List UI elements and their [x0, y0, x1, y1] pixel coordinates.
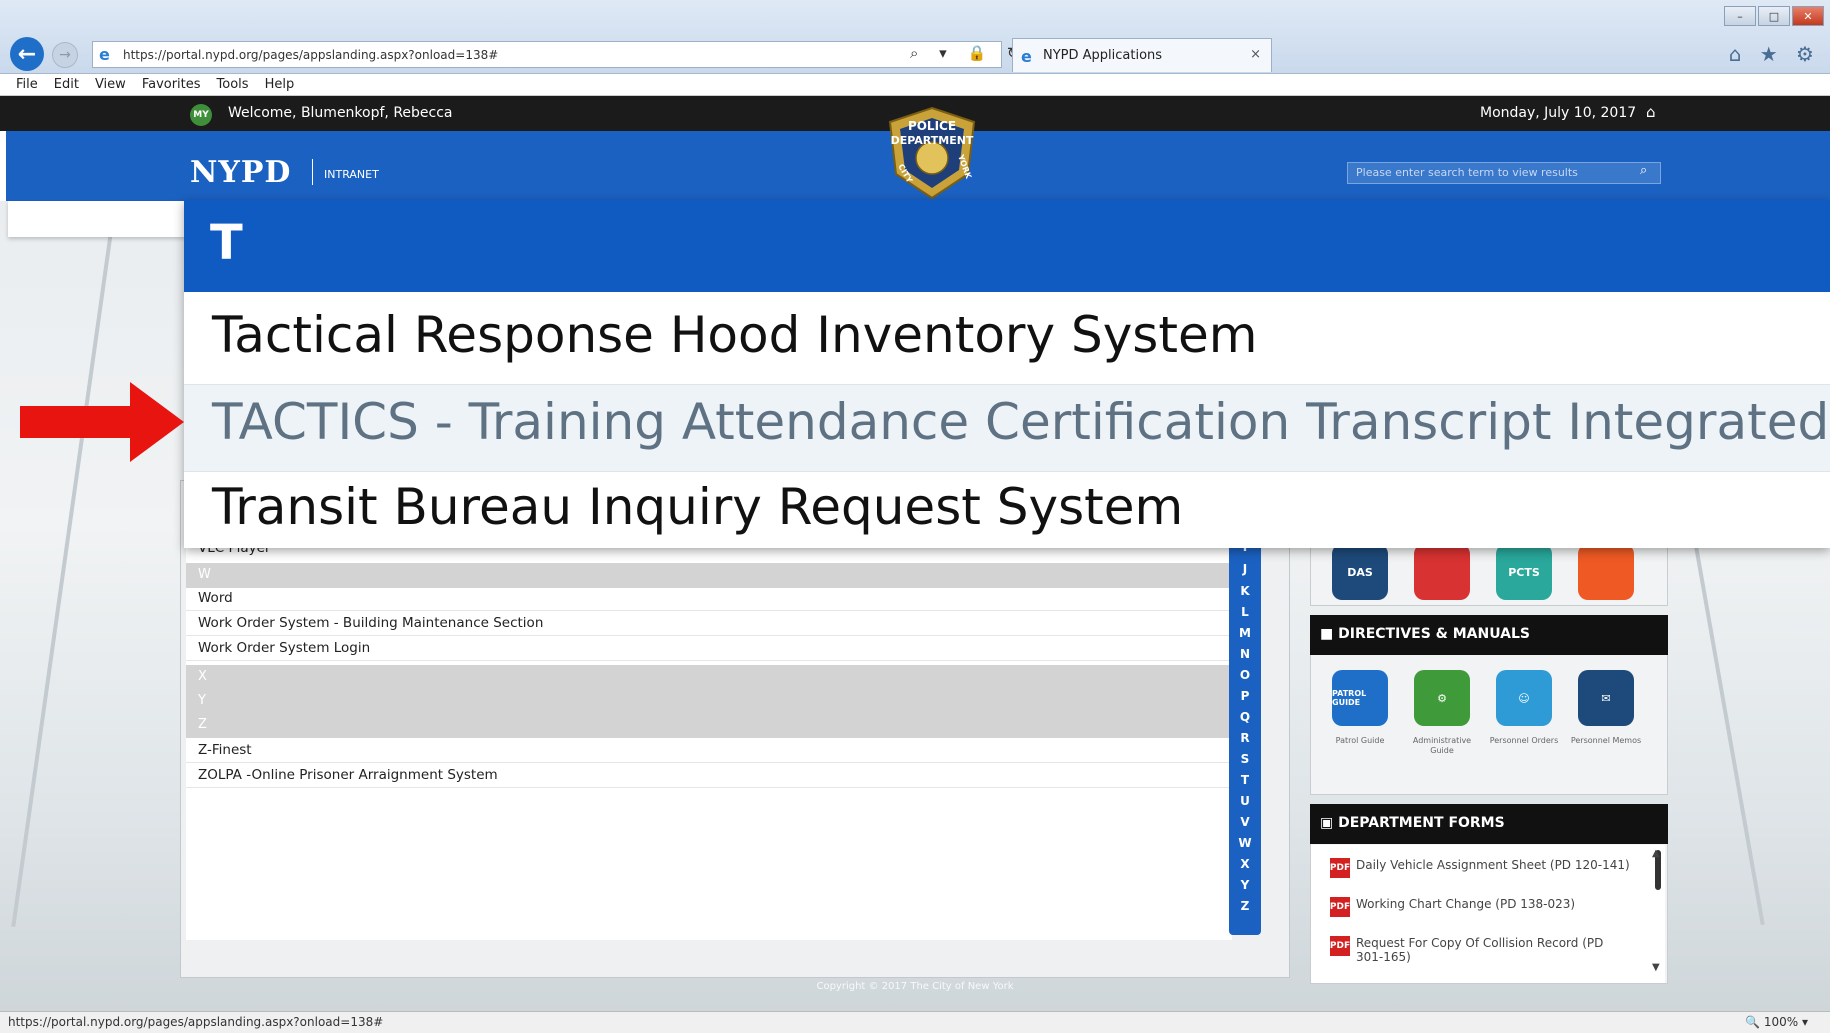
menu-favorites[interactable]: Favorites — [142, 77, 201, 92]
address-bar[interactable]: e https://portal.nypd.org/pages/appsland… — [92, 41, 1002, 68]
welcome-text: Welcome, Blumenkopf, Rebecca — [228, 105, 453, 121]
tab-close-icon[interactable]: × — [1250, 47, 1261, 62]
personnel-memos-caption: Personnel Memos — [1570, 736, 1642, 745]
alpha-index-j[interactable]: J — [1229, 562, 1261, 576]
das-app-icon[interactable]: DAS — [1332, 544, 1388, 600]
status-bar: https://portal.nypd.org/pages/appslandin… — [0, 1011, 1830, 1033]
list-item[interactable]: ZOLPA -Online Prisoner Arraignment Syste… — [186, 763, 1232, 788]
alpha-index-n[interactable]: N — [1229, 647, 1261, 661]
alpha-index-v[interactable]: V — [1229, 815, 1261, 829]
alpha-index-k[interactable]: K — [1229, 584, 1261, 598]
badge-police-text: POLICE — [908, 119, 956, 133]
alpha-index-m[interactable]: M — [1229, 626, 1261, 640]
search-icon[interactable]: ⌕ — [1640, 163, 1647, 178]
alpha-index-q[interactable]: Q — [1229, 710, 1261, 724]
alpha-index-l[interactable]: L — [1229, 605, 1261, 619]
zoomed-letter-header: T — [184, 200, 1830, 292]
alpha-index-y[interactable]: Y — [1229, 878, 1261, 892]
personnel-orders-icon[interactable]: ☺ — [1496, 670, 1552, 726]
window-controls: – □ ✕ — [1724, 6, 1824, 26]
logo-divider — [312, 159, 313, 185]
ie-tab-icon: e — [1021, 47, 1032, 66]
zoom-control[interactable]: 🔍 100% ▾ — [1745, 1015, 1808, 1029]
forms-title: DEPARTMENT FORMS — [1338, 815, 1505, 831]
alpha-index-o[interactable]: O — [1229, 668, 1261, 682]
form-link[interactable]: PDF Working Chart Change (PD 138-023) — [1330, 897, 1575, 917]
scroll-up-icon[interactable]: ▲ — [1652, 848, 1660, 859]
menu-tools[interactable]: Tools — [217, 77, 249, 92]
tab-title: NYPD Applications — [1043, 48, 1163, 63]
home-favorites-settings-icons[interactable]: ⌂ ★ ⚙ — [1729, 42, 1820, 66]
list-item[interactable]: Z-Finest — [186, 738, 1232, 763]
patrol-guide-caption: Patrol Guide — [1335, 736, 1385, 745]
directives-header: ■ DIRECTIVES & MANUALS — [1310, 615, 1668, 655]
scroll-down-icon[interactable]: ▼ — [1652, 962, 1660, 973]
menu-edit[interactable]: Edit — [54, 77, 79, 92]
ie-icon: e — [99, 45, 110, 64]
menu-help[interactable]: Help — [265, 77, 295, 92]
directives-title: DIRECTIVES & MANUALS — [1338, 626, 1531, 642]
forward-button[interactable]: → — [52, 42, 78, 68]
alpha-index-w[interactable]: W — [1229, 836, 1261, 850]
alpha-index-t[interactable]: T — [1229, 773, 1261, 787]
browser-tab[interactable]: e NYPD Applications × — [1012, 38, 1272, 72]
alpha-index-r[interactable]: R — [1229, 731, 1261, 745]
date-text: Monday, July 10, 2017 — [1480, 105, 1637, 121]
pcts-app-icon[interactable]: PCTS — [1496, 544, 1552, 600]
red-arrow-icon — [20, 382, 184, 462]
zoomed-list-item-highlighted[interactable]: TACTICS - Training Attendance Certificat… — [184, 384, 1830, 472]
forward-arrow-icon: → — [59, 47, 71, 63]
letter-header-z: Z — [186, 713, 1232, 738]
form-label: Daily Vehicle Assignment Sheet (PD 120-1… — [1356, 858, 1630, 872]
browser-toolbar: ← → e https://portal.nypd.org/pages/apps… — [0, 0, 1830, 74]
back-button[interactable]: ← — [10, 37, 44, 71]
pdf-icon: PDF — [1330, 858, 1350, 878]
menu-view[interactable]: View — [95, 77, 126, 92]
intranet-label: INTRANET — [324, 168, 379, 181]
patrol-guide-icon[interactable]: PATROL GUIDE — [1332, 670, 1388, 726]
alpha-index-p[interactable]: P — [1229, 689, 1261, 703]
menu-bar: File Edit View Favorites Tools Help — [0, 74, 1830, 96]
zoomed-list-item[interactable]: Tactical Response Hood Inventory System — [184, 296, 1830, 384]
letter-header-y: Y — [186, 689, 1232, 714]
back-arrow-icon: ← — [17, 41, 37, 67]
list-item[interactable]: Word — [186, 586, 1232, 611]
pdf-icon: PDF — [1330, 897, 1350, 917]
alpha-index-s[interactable]: S — [1229, 752, 1261, 766]
content-strip — [8, 201, 186, 237]
site-search-input[interactable]: Please enter search term to view results — [1347, 162, 1661, 184]
close-window-button[interactable]: ✕ — [1792, 6, 1824, 26]
forms-header: ▣ DEPARTMENT FORMS — [1310, 804, 1668, 844]
my-badge-icon[interactable]: MY — [190, 104, 212, 126]
list-item[interactable]: Work Order System - Building Maintenance… — [186, 611, 1232, 636]
form-label: Working Chart Change (PD 138-023) — [1356, 897, 1576, 911]
form-link[interactable]: PDF Request For Copy Of Collision Record … — [1330, 936, 1630, 964]
alpha-index-x[interactable]: X — [1229, 857, 1261, 871]
edit-form-app-icon[interactable] — [1578, 544, 1634, 600]
form-link[interactable]: PDF Daily Vehicle Assignment Sheet (PD 12… — [1330, 858, 1630, 878]
alpha-index-z[interactable]: Z — [1229, 899, 1261, 913]
letter-header-w: W — [186, 563, 1232, 588]
nypd-logo[interactable]: NYPD — [190, 155, 291, 190]
pdf-icon: PDF — [1330, 936, 1350, 956]
alpha-index-u[interactable]: U — [1229, 794, 1261, 808]
address-controls[interactable]: ⌕ ▾ 🔒 ↻ — [910, 44, 1027, 62]
administrative-guide-caption: Administrative Guide — [1412, 736, 1472, 755]
menu-file[interactable]: File — [16, 77, 38, 92]
badge-department-text: DEPARTMENT — [891, 134, 974, 147]
police-badge-icon: POLICE DEPARTMENT CITY YORK — [888, 106, 976, 200]
administrative-guide-icon[interactable]: ⚙ — [1414, 670, 1470, 726]
home-icon[interactable]: ⌂ — [1646, 103, 1656, 121]
minimize-button[interactable]: – — [1724, 6, 1756, 26]
letter-header-x: X — [186, 665, 1232, 690]
document-app-icon[interactable] — [1414, 544, 1470, 600]
url-text: https://portal.nypd.org/pages/appslandin… — [123, 47, 499, 62]
personnel-memos-icon[interactable]: ✉ — [1578, 670, 1634, 726]
list-item[interactable]: Work Order System Login — [186, 636, 1232, 661]
personnel-orders-caption: Personnel Orders — [1489, 736, 1559, 745]
status-url: https://portal.nypd.org/pages/appslandin… — [8, 1015, 384, 1029]
restore-button[interactable]: □ — [1758, 6, 1790, 26]
zoomed-list-item[interactable]: Transit Bureau Inquiry Request System — [184, 472, 1830, 548]
form-label: Request For Copy Of Collision Record (PD… — [1356, 936, 1604, 964]
